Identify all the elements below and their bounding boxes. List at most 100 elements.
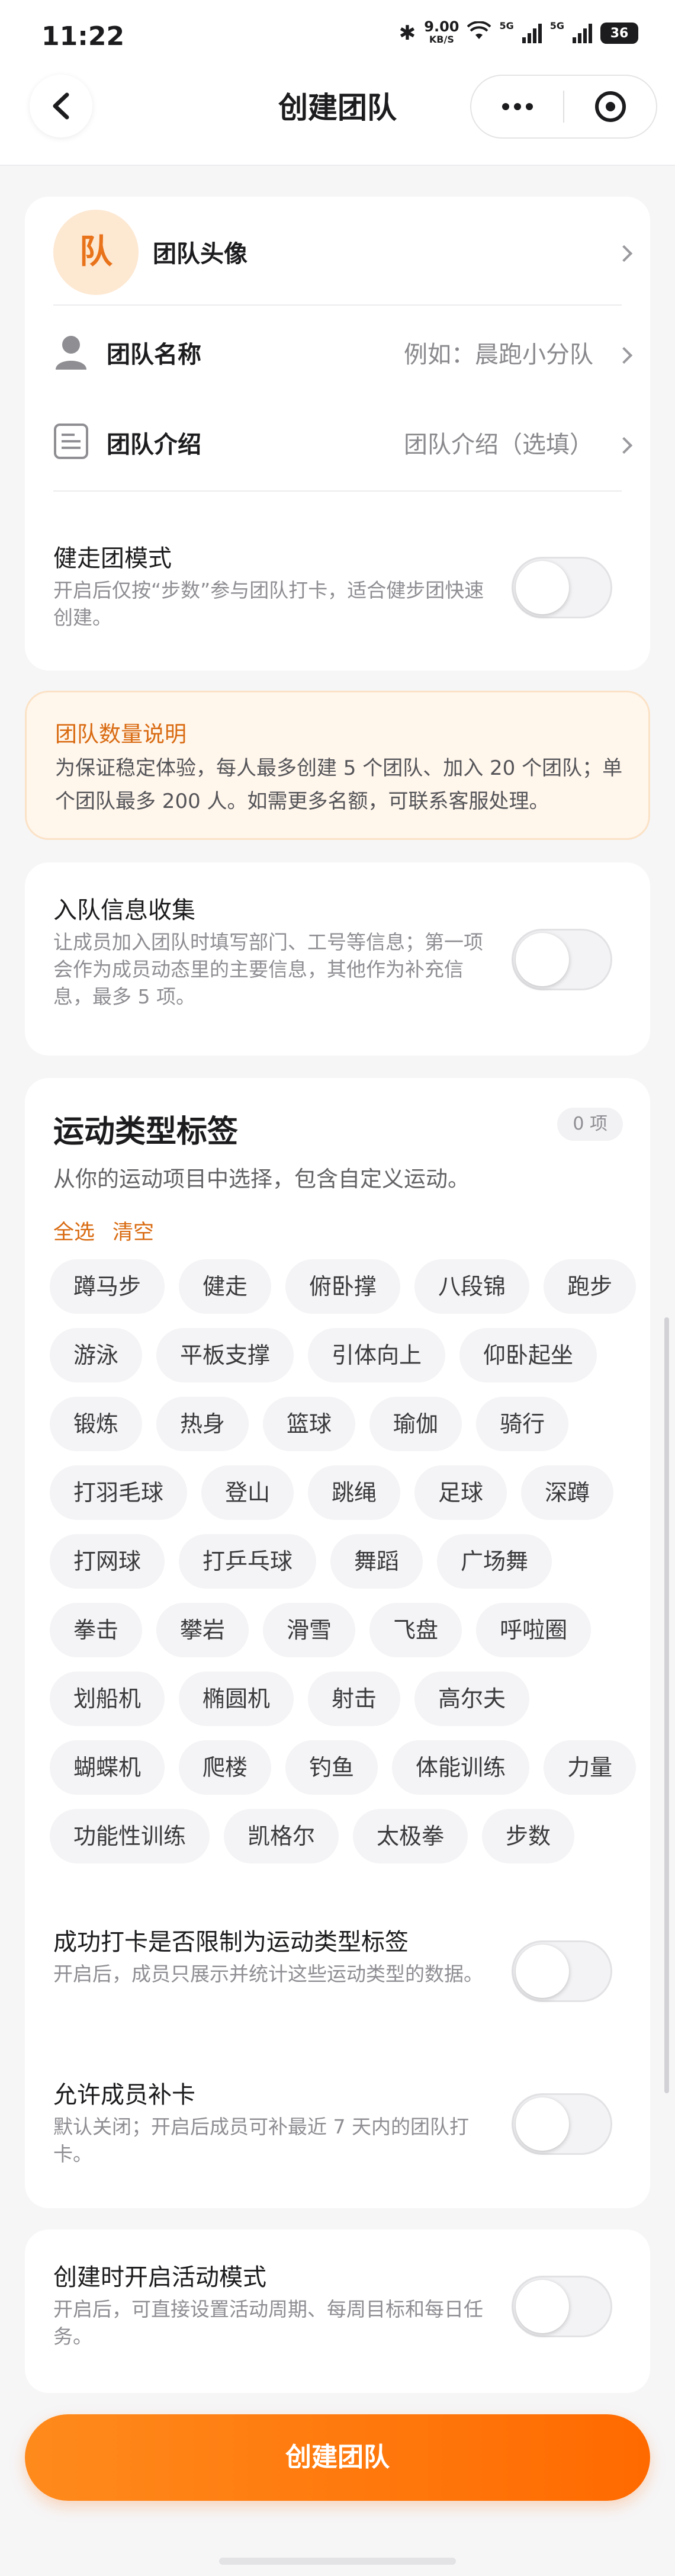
sport-tags-card: 运动类型标签 0 项 从你的运动项目中选择，包含自定义运动。 全选 清空 蹲马步… (25, 1078, 650, 2208)
nav-bar: 创建团队 (0, 71, 675, 166)
sport-tag[interactable]: 热身 (156, 1397, 249, 1451)
sport-tag[interactable]: 高尔夫 (414, 1672, 530, 1726)
person-icon (56, 336, 86, 370)
sport-tag[interactable]: 步数 (482, 1809, 575, 1863)
sport-tags-title: 运动类型标签 (53, 1114, 239, 1150)
sport-tag[interactable]: 平板支撑 (156, 1328, 294, 1382)
team-intro-row[interactable]: 团队介绍 团队介绍（选填） (25, 397, 650, 488)
sport-tag[interactable]: 滑雪 (263, 1603, 356, 1657)
signal-icon (573, 23, 592, 43)
sport-tag[interactable]: 钓鱼 (285, 1740, 378, 1795)
makeup-title: 允许成员补卡 (53, 2081, 195, 2109)
avatar-row[interactable]: 队 团队头像 (25, 197, 650, 303)
join-info-toggle[interactable] (512, 929, 612, 990)
selected-count-badge: 0 项 (557, 1108, 623, 1141)
sport-tag[interactable]: 射击 (308, 1672, 401, 1726)
chevron-right-icon (615, 347, 633, 364)
sport-tag[interactable]: 拳击 (50, 1603, 143, 1657)
sport-tag[interactable]: 引体向上 (308, 1328, 446, 1382)
sport-tag[interactable]: 攀岩 (156, 1603, 249, 1657)
battery-icon: 36 (600, 23, 638, 44)
team-name-input[interactable]: 例如：晨跑小分队 (404, 335, 593, 370)
chevron-right-icon (615, 245, 633, 262)
signal1-label: 5G (499, 20, 514, 31)
sport-tag[interactable]: 健走 (179, 1259, 272, 1314)
sport-tag[interactable]: 骑行 (476, 1397, 569, 1451)
sport-tag[interactable]: 呼啦圈 (476, 1603, 592, 1657)
activity-mode-card: 创建时开启活动模式 开启后，可直接设置活动周期、每周目标和每日任务。 (25, 2229, 650, 2393)
activity-mode-toggle[interactable] (512, 2276, 612, 2337)
sport-tag[interactable]: 锻炼 (50, 1397, 143, 1451)
sport-tag[interactable]: 太极拳 (353, 1809, 468, 1863)
status-icons: ✱ 9.00 KB/S 5G 5G 36 (399, 20, 638, 46)
restrict-title: 成功打卡是否限制为运动类型标签 (53, 1929, 409, 1956)
chevron-right-icon (615, 437, 633, 454)
more-button[interactable] (471, 76, 563, 137)
select-all-link[interactable]: 全选 (53, 1215, 95, 1246)
join-info-desc: 让成员加入团队时填写部门、工号等信息；第一项会作为成员动态里的主要信息，其他作为… (53, 931, 483, 1008)
sport-tag[interactable]: 椭圆机 (179, 1672, 294, 1726)
sport-tag[interactable]: 跳绳 (308, 1465, 401, 1520)
team-limit-notice: 团队数量说明 为保证稳定体验，每人最多创建 5 个团队、加入 20 个团队；单个… (25, 691, 650, 840)
wifi-icon (467, 20, 491, 46)
close-button[interactable] (564, 76, 656, 137)
signal2-label: 5G (549, 20, 564, 31)
sport-tag[interactable]: 功能性训练 (50, 1809, 210, 1863)
clear-link[interactable]: 清空 (112, 1215, 154, 1246)
sport-tag[interactable]: 蹲马步 (50, 1259, 165, 1314)
sport-tag[interactable]: 登山 (201, 1465, 294, 1520)
join-info-title: 入队信息收集 (53, 897, 195, 924)
create-team-button[interactable]: 创建团队 (25, 2414, 650, 2501)
sport-tag[interactable]: 舞蹈 (330, 1534, 423, 1589)
sport-tag[interactable]: 打羽毛球 (50, 1465, 188, 1520)
notice-title: 团队数量说明 (55, 721, 187, 747)
sport-tag[interactable]: 划船机 (50, 1672, 165, 1726)
sport-tag[interactable]: 仰卧起坐 (459, 1328, 597, 1382)
tag-actions: 全选 清空 (53, 1215, 154, 1246)
notice-body: 为保证稳定体验，每人最多创建 5 个团队、加入 20 个团队；单个团队最多 20… (55, 756, 623, 813)
sport-tag[interactable]: 体能训练 (392, 1740, 530, 1795)
activity-mode-title: 创建时开启活动模式 (53, 2264, 266, 2291)
sport-tag[interactable]: 凯格尔 (224, 1809, 339, 1863)
sport-tag[interactable]: 瑜伽 (369, 1397, 462, 1451)
sport-tag[interactable]: 俯卧撑 (285, 1259, 401, 1314)
home-indicator (219, 2558, 456, 2565)
team-intro-label: 团队介绍 (107, 431, 201, 458)
team-name-row[interactable]: 团队名称 例如：晨跑小分队 (25, 306, 650, 397)
restrict-desc: 开启后，成员只展示并统计这些运动类型的数据。 (53, 1962, 483, 1985)
sport-tags-subtitle: 从你的运动项目中选择，包含自定义运动。 (53, 1166, 470, 1192)
team-intro-input[interactable]: 团队介绍（选填） (404, 425, 593, 460)
network-speed: 9.00 KB/S (424, 20, 459, 46)
bluetooth-icon: ✱ (398, 21, 416, 45)
restrict-toggle[interactable] (512, 1940, 612, 2002)
join-info-card: 入队信息收集 让成员加入团队时填写部门、工号等信息；第一项会作为成员动态里的主要… (25, 862, 650, 1056)
walk-mode-title: 健走团模式 (53, 545, 172, 572)
sport-tag[interactable]: 飞盘 (369, 1603, 462, 1657)
sport-tag[interactable]: 篮球 (263, 1397, 356, 1451)
sport-tag[interactable]: 八段锦 (414, 1259, 530, 1314)
more-dots-icon (502, 103, 533, 110)
mini-program-capsule (470, 75, 657, 139)
team-avatar: 队 (53, 210, 139, 295)
speed-value: 9.00 (424, 18, 459, 35)
sport-tag[interactable]: 爬楼 (179, 1740, 272, 1795)
makeup-toggle[interactable] (512, 2093, 612, 2155)
sport-tag[interactable]: 力量 (544, 1740, 637, 1795)
sport-tag[interactable]: 深蹲 (521, 1465, 614, 1520)
team-info-card: 队 团队头像 团队名称 例如：晨跑小分队 团队介绍 团队介绍（选填） 健走团模式… (25, 197, 650, 671)
sport-tag[interactable]: 跑步 (544, 1259, 637, 1314)
scrollbar[interactable] (664, 1317, 669, 2093)
walk-mode-toggle[interactable] (512, 557, 612, 618)
status-bar: 11:22 ✱ 9.00 KB/S 5G 5G 36 (0, 0, 675, 71)
sport-tag[interactable]: 蝴蝶机 (50, 1740, 165, 1795)
target-circle-icon (594, 91, 626, 122)
avatar-label: 团队头像 (153, 240, 247, 268)
sport-tag[interactable]: 广场舞 (437, 1534, 552, 1589)
sport-tag[interactable]: 足球 (414, 1465, 507, 1520)
sport-tag[interactable]: 打乒乓球 (179, 1534, 317, 1589)
sport-tag[interactable]: 游泳 (50, 1328, 143, 1382)
document-icon (54, 424, 88, 459)
sport-tag[interactable]: 打网球 (50, 1534, 165, 1589)
status-time: 11:22 (41, 21, 125, 52)
sport-tag-list: 蹲马步 健走 俯卧撑 八段锦 跑步游泳 平板支撑 引体向上 仰卧起坐锻炼 热身 篮球 瑜伽 骑行打羽毛… (50, 1259, 642, 1863)
